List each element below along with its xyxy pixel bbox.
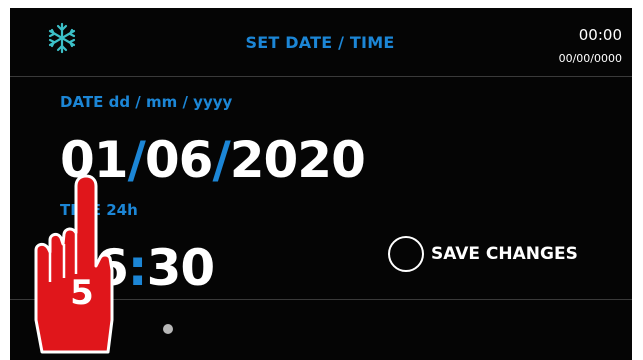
year-field[interactable]: 2020 [230, 131, 366, 189]
time-separator: : [127, 239, 148, 297]
date-label: DATE dd / mm / yyyy [60, 93, 233, 111]
clock-date: 00/00/0000 [558, 52, 622, 65]
header-divider [10, 76, 632, 77]
date-separator: / [212, 131, 230, 189]
save-changes-label: SAVE CHANGES [431, 244, 578, 264]
page-title: SET DATE / TIME [245, 33, 395, 52]
date-separator: / [127, 131, 146, 189]
pointing-hand-icon: 5 [34, 174, 114, 354]
month-field[interactable]: 06 [145, 131, 214, 189]
save-circle-icon[interactable] [388, 236, 424, 272]
clock-time: 00:00 [578, 26, 622, 44]
pointer-step-label: 5 [70, 273, 94, 313]
save-changes-button[interactable]: SAVE CHANGES [388, 234, 578, 274]
page-indicator-dot[interactable] [163, 324, 173, 334]
snowflake-icon[interactable] [46, 22, 78, 54]
minute-field[interactable]: 30 [147, 239, 216, 297]
